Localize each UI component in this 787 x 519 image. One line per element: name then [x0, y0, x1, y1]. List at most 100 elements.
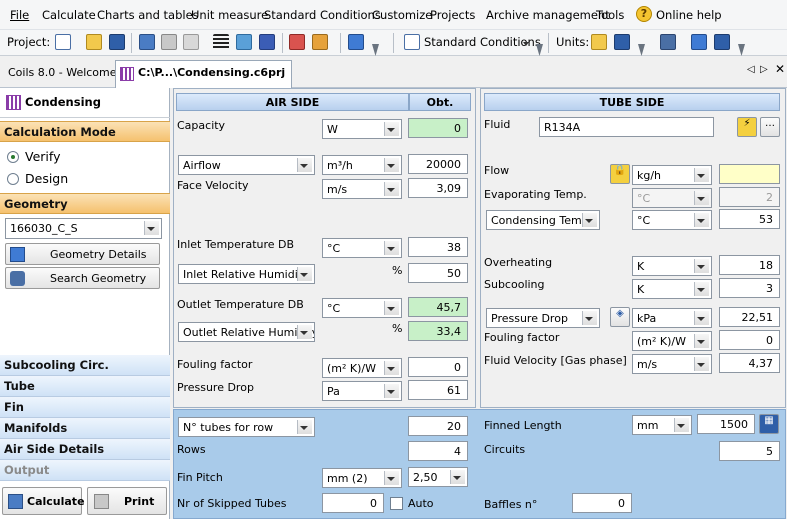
capacity-unit-select[interactable]: W — [322, 119, 402, 139]
finned-length-unit-select[interactable]: mm — [632, 415, 692, 435]
manifolds-section[interactable]: Manifolds — [0, 418, 170, 439]
overheating-unit-select[interactable]: K — [632, 256, 712, 276]
menu-file[interactable]: File — [10, 8, 29, 22]
design-radio[interactable] — [7, 173, 19, 185]
calculation-mode-header[interactable]: Calculation Mode — [0, 121, 170, 142]
menu-standard-conditions[interactable]: Standard Conditions — [264, 8, 381, 22]
evaporating-temp-value[interactable]: 2 — [719, 187, 780, 207]
print-button[interactable]: Print — [87, 487, 167, 515]
menu-archive-management[interactable]: Archive management — [486, 8, 610, 22]
save-icon[interactable] — [614, 34, 630, 50]
menu-projects[interactable]: Projects — [430, 8, 475, 22]
dollar-icon[interactable] — [660, 34, 676, 50]
baffles-value[interactable]: 0 — [572, 493, 632, 513]
inlet-temperature-unit-select[interactable]: °C — [322, 238, 402, 258]
bar-chart-icon[interactable] — [312, 34, 328, 50]
condensing-temp-unit-select[interactable]: °C — [632, 210, 712, 230]
outlet-temperature-unit-select[interactable]: °C — [322, 298, 402, 318]
list-icon[interactable] — [213, 34, 229, 50]
evaporating-temp-unit-select[interactable]: °C — [632, 188, 712, 208]
menu-unit-measure[interactable]: Unit measure — [191, 8, 268, 22]
air-side-details-section[interactable]: Air Side Details — [0, 439, 170, 460]
subcooling-value[interactable]: 3 — [719, 278, 780, 298]
verify-label[interactable]: Verify — [25, 149, 60, 164]
outlet-humidity-select[interactable]: Outlet Relative Humidity — [178, 322, 315, 342]
line-chart-icon[interactable] — [348, 34, 364, 50]
rows-value[interactable]: 4 — [408, 441, 468, 461]
finned-length-value[interactable]: 1500 — [697, 414, 755, 434]
air-fouling-unit-select[interactable]: (m² K)/W — [322, 358, 402, 378]
chevron-down-icon[interactable] — [523, 42, 529, 46]
overheating-value[interactable]: 18 — [719, 255, 780, 275]
search-geometry-button[interactable]: Search Geometry — [5, 267, 160, 289]
lock-icon[interactable]: 🔒 — [610, 164, 630, 184]
edit-icon[interactable] — [691, 34, 707, 50]
capacity-value[interactable]: 0 — [408, 118, 468, 138]
menu-charts-and-tables[interactable]: Charts and tables — [97, 8, 199, 22]
tab-condensing[interactable]: C:\P...\Condensing.c6prj — [115, 60, 293, 88]
fin-pitch-select[interactable]: 2,50 — [408, 467, 468, 487]
print-icon[interactable] — [161, 34, 177, 50]
toolbar-overflow-icon[interactable] — [738, 44, 745, 56]
toolbar-overflow-icon[interactable] — [638, 44, 645, 56]
export-icon[interactable] — [183, 34, 199, 50]
verify-radio[interactable] — [7, 151, 19, 163]
auto-checkbox[interactable] — [390, 497, 403, 510]
export-icon[interactable] — [714, 34, 730, 50]
subcooling-circ-section[interactable]: Subcooling Circ. — [0, 355, 170, 376]
tube-pressure-drop-unit-select[interactable]: kPa — [632, 308, 712, 328]
butterfly-icon[interactable] — [259, 34, 275, 50]
tube-pressure-drop-select[interactable]: Pressure Drop — [486, 308, 600, 328]
tab-welcome[interactable]: Coils 8.0 - Welcome! — [8, 66, 121, 79]
inlet-humidity-value[interactable]: 50 — [408, 263, 468, 283]
fluid-value[interactable]: R134A — [539, 117, 714, 137]
menu-tools[interactable]: Tools — [596, 8, 624, 22]
diamond-icon[interactable]: ◈ — [610, 307, 630, 327]
calculator-icon[interactable]: ▦ — [759, 414, 779, 434]
tube-section[interactable]: Tube — [0, 376, 170, 397]
calculate-button[interactable]: Calculate — [2, 487, 85, 515]
tab-scroll-right-icon[interactable]: ▷ — [760, 64, 768, 75]
coil-icon[interactable] — [236, 34, 252, 50]
menu-online-help[interactable]: Online help — [656, 8, 722, 22]
toolbar-overflow-icon[interactable] — [536, 44, 543, 56]
tubes-per-row-select[interactable]: N° tubes for row — [178, 417, 315, 437]
air-pressure-drop-unit-select[interactable]: Pa — [322, 381, 402, 401]
condensing-temp-value[interactable]: 53 — [719, 209, 780, 229]
lightning-icon[interactable]: ⚡ — [737, 117, 757, 137]
close-icon[interactable]: ✕ — [775, 62, 785, 76]
menu-calculate[interactable]: Calculate — [42, 8, 96, 22]
geometry-select[interactable]: 166030_C_S — [5, 218, 162, 239]
open-folder-icon[interactable] — [591, 34, 607, 50]
save-icon[interactable] — [109, 34, 125, 50]
new-document-icon[interactable] — [55, 34, 71, 50]
geometry-details-button[interactable]: Geometry Details — [5, 243, 160, 265]
geometry-header[interactable]: Geometry — [0, 193, 170, 214]
tube-fouling-value[interactable]: 0 — [719, 330, 780, 350]
output-section[interactable]: Output — [0, 460, 170, 481]
flow-value[interactable] — [719, 164, 780, 184]
inlet-temperature-value[interactable]: 38 — [408, 237, 468, 257]
subcooling-unit-select[interactable]: K — [632, 279, 712, 299]
more-options-button[interactable]: … — [760, 117, 780, 137]
fin-section[interactable]: Fin — [0, 397, 170, 418]
air-fouling-value[interactable]: 0 — [408, 357, 468, 377]
airflow-value[interactable]: 20000 — [408, 154, 468, 174]
face-velocity-unit-select[interactable]: m/s — [322, 179, 402, 199]
menu-customize[interactable]: Customize — [372, 8, 432, 22]
calculator-icon[interactable] — [139, 34, 155, 50]
open-folder-icon[interactable] — [86, 34, 102, 50]
inlet-humidity-select[interactable]: Inlet Relative Humidity — [178, 264, 315, 284]
tubes-per-row-value[interactable]: 20 — [408, 416, 468, 436]
fluid-velocity-unit-select[interactable]: m/s — [632, 354, 712, 374]
condensing-temp-select[interactable]: Condensing Temp. — [486, 210, 600, 230]
tab-scroll-left-icon[interactable]: ◁ — [747, 64, 755, 75]
tools-icon[interactable] — [289, 34, 305, 50]
flow-unit-select[interactable]: kg/h — [632, 165, 712, 185]
fin-pitch-unit-select[interactable]: mm (2) — [322, 468, 402, 488]
design-label[interactable]: Design — [25, 171, 68, 186]
airflow-unit-select[interactable]: m³/h — [322, 155, 402, 175]
circuits-value[interactable]: 5 — [719, 441, 780, 461]
toolbar-overflow-icon[interactable] — [372, 44, 379, 56]
airflow-select[interactable]: Airflow — [178, 155, 315, 175]
